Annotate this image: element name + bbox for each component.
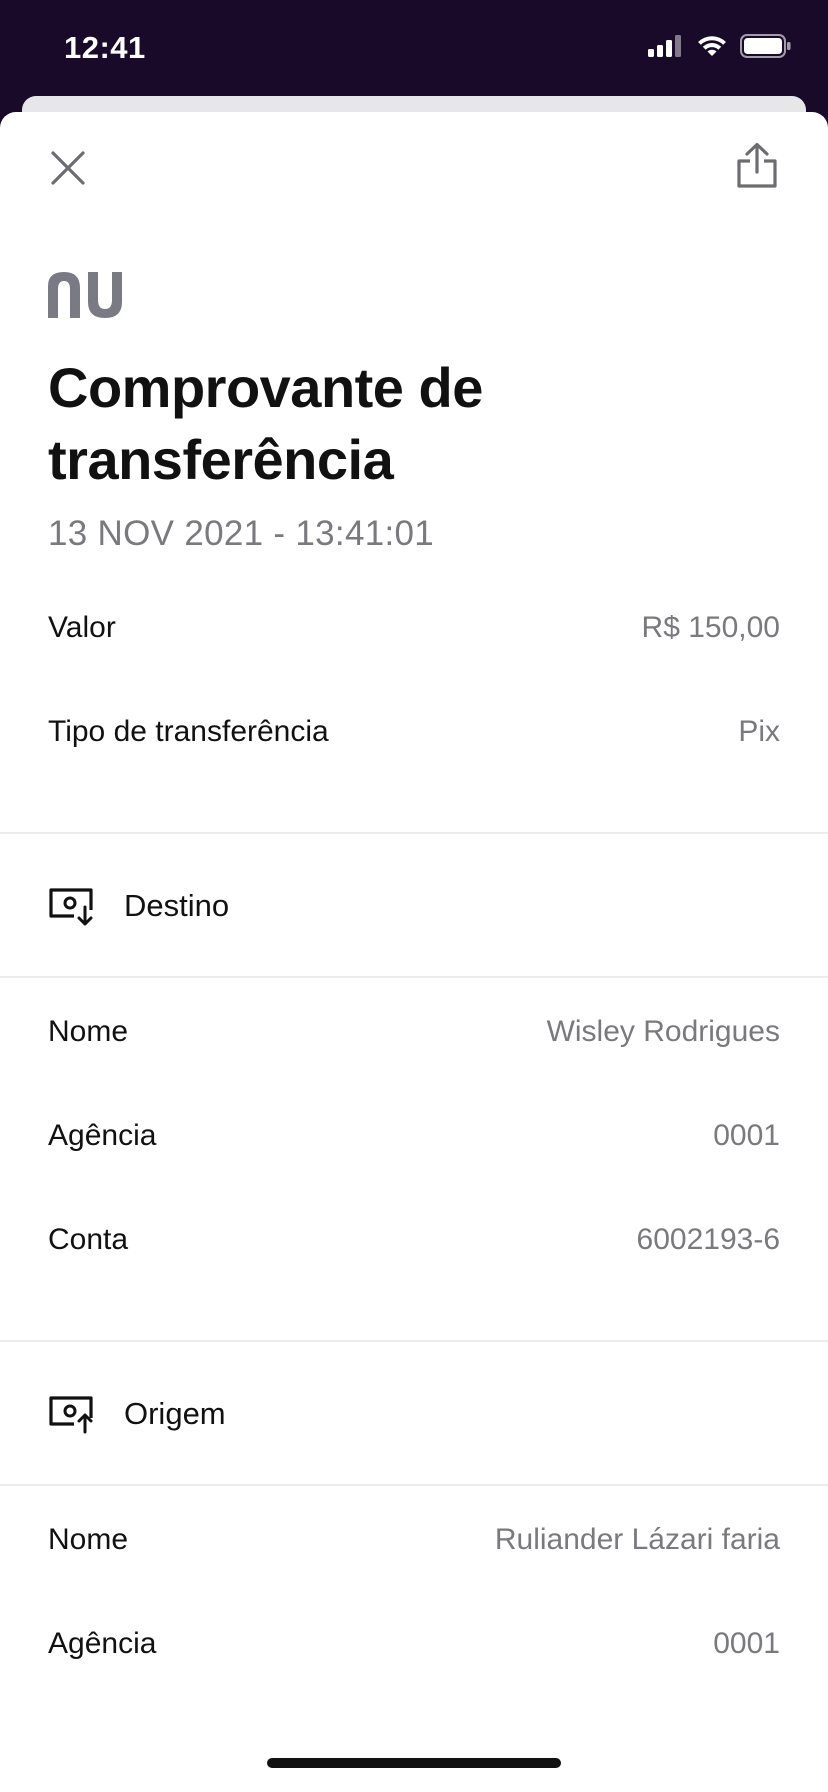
destino-row-conta: Conta 6002193-6 (48, 1216, 780, 1264)
row-value: R$ 150,00 (641, 611, 780, 644)
section-destino: Destino (48, 876, 648, 936)
divider (0, 1340, 828, 1342)
share-icon (737, 142, 777, 188)
row-value: Ruliander Lázari faria (494, 1523, 780, 1556)
divider (0, 832, 828, 834)
summary-row-tipo: Tipo de transferência Pix (48, 708, 780, 756)
section-title: Origem (124, 1396, 226, 1431)
summary-row-valor: Valor R$ 150,00 (48, 604, 780, 652)
money-out-icon (49, 1396, 93, 1434)
status-icons (648, 34, 792, 58)
close-icon (51, 151, 85, 185)
home-indicator[interactable] (267, 1758, 561, 1768)
status-bar: 12:41 (0, 0, 828, 100)
origem-row-nome: Nome Ruliander Lázari faria (48, 1516, 780, 1564)
transfer-datetime: 13 NOV 2021 - 13:41:01 (48, 514, 435, 553)
money-in-icon (49, 888, 93, 926)
section-origem: Origem (48, 1384, 648, 1444)
page-title: Comprovante de transferência (48, 356, 483, 491)
destino-row-nome: Nome Wisley Rodrigues (48, 1008, 780, 1056)
share-button[interactable] (736, 142, 778, 188)
divider (0, 976, 828, 978)
close-button[interactable] (48, 148, 88, 188)
row-label: Valor (48, 611, 116, 644)
nu-logo (48, 272, 122, 318)
row-value: 0001 (713, 1627, 780, 1660)
destino-row-agencia: Agência 0001 (48, 1112, 780, 1160)
battery-icon (740, 34, 791, 58)
section-title: Destino (124, 888, 230, 923)
row-value: Pix (738, 715, 780, 748)
row-label: Agência (48, 1627, 157, 1660)
signal-icon (648, 35, 681, 57)
row-label: Nome (48, 1015, 129, 1048)
row-value: Wisley Rodrigues (546, 1015, 780, 1048)
origem-row-agencia: Agência 0001 (48, 1620, 780, 1668)
row-label: Tipo de transferência (48, 715, 329, 748)
status-time: 12:41 (64, 30, 146, 65)
row-label: Conta (48, 1223, 129, 1256)
receipt-sheet: Comprovante de transferência 13 NOV 2021… (0, 112, 828, 1792)
row-label: Nome (48, 1523, 129, 1556)
row-value: 6002193-6 (636, 1223, 780, 1256)
row-label: Agência (48, 1119, 157, 1152)
divider (0, 1484, 828, 1486)
row-value: 0001 (713, 1119, 780, 1152)
wifi-icon (698, 36, 726, 56)
